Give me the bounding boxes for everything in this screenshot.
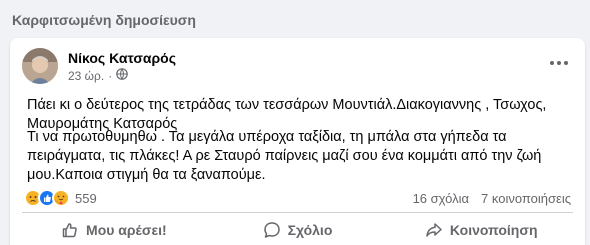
globe-icon bbox=[116, 68, 129, 83]
divider bbox=[22, 212, 573, 213]
post-time[interactable]: 23 ώρ. bbox=[68, 69, 104, 83]
shares-count[interactable]: 7 κοινοποιήσεις bbox=[481, 191, 571, 206]
meta-separator: · bbox=[108, 68, 113, 83]
dot-icon bbox=[550, 61, 554, 65]
post-actions-bar: Μου αρέσει! Σχόλιο Κοινοποίηση bbox=[22, 214, 573, 245]
dot-icon bbox=[557, 61, 561, 65]
like-button[interactable]: Μου αρέσει! bbox=[22, 214, 206, 245]
post-text-paragraph-2: Τι να πρωτοθυμηθω . Τα μεγάλα υπέροχα τα… bbox=[27, 129, 542, 183]
dot-icon bbox=[564, 61, 568, 65]
author-name[interactable]: Νίκος Κατσαρός bbox=[68, 50, 176, 66]
avatar[interactable] bbox=[22, 48, 58, 84]
more-options-button[interactable] bbox=[547, 54, 571, 72]
comment-bubble-icon bbox=[263, 221, 281, 239]
pinned-post-label: Καρφιτσωμένη δημοσίευση bbox=[12, 12, 196, 28]
care-reaction-icon bbox=[52, 189, 70, 207]
like-button-label: Μου αρέσει! bbox=[86, 221, 167, 238]
reaction-count[interactable]: 559 bbox=[75, 191, 97, 206]
share-arrow-icon bbox=[425, 221, 443, 239]
post-meta: 23 ώρ. · bbox=[68, 68, 129, 83]
thumbs-up-icon bbox=[61, 221, 79, 239]
post-card: Νίκος Κατσαρός 23 ώρ. · Πάει κι ο δεύτερ… bbox=[10, 38, 585, 245]
reactions-summary[interactable]: 559 bbox=[24, 189, 97, 207]
comments-count[interactable]: 16 σχόλια bbox=[413, 191, 469, 206]
comment-button[interactable]: Σχόλιο bbox=[206, 214, 390, 245]
share-button-label: Κοινοποίηση bbox=[449, 221, 538, 238]
comment-button-label: Σχόλιο bbox=[287, 221, 333, 238]
post-stats: 16 σχόλια 7 κοινοποιήσεις bbox=[413, 191, 571, 206]
share-button[interactable]: Κοινοποίηση bbox=[389, 214, 573, 245]
